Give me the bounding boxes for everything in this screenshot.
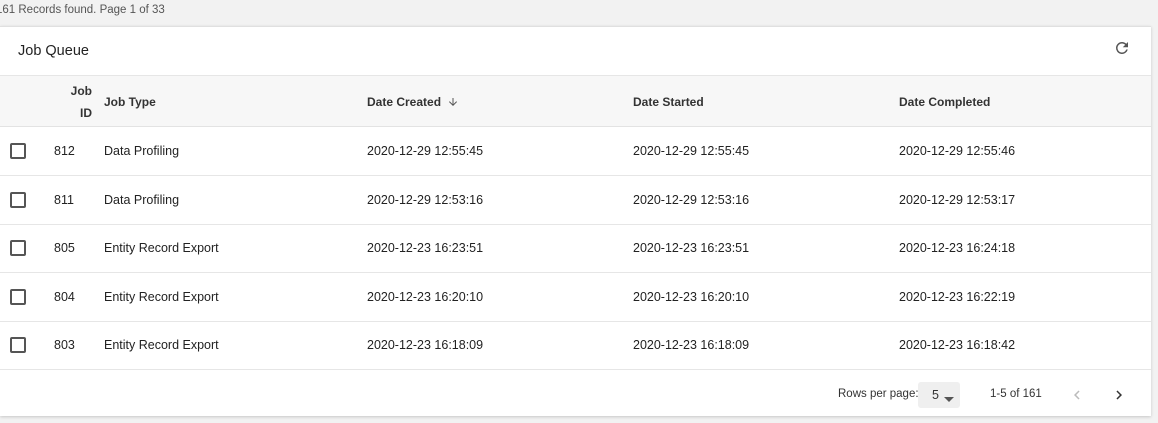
- column-header-date-created[interactable]: Date Created: [367, 76, 459, 127]
- row-checkbox-cell: [10, 224, 28, 272]
- refresh-button[interactable]: [1111, 37, 1133, 59]
- cell-date-created: 2020-12-29 12:55:45: [367, 144, 484, 158]
- cell-date-completed: 2020-12-29 12:53:17: [899, 193, 1016, 207]
- cell-date-created: 2020-12-23 16:18:09: [367, 338, 484, 352]
- pagination-footer: Rows per page: 5 1-5 of 161: [0, 370, 1151, 417]
- cell-date-started: 2020-12-23 16:23:51: [633, 241, 750, 255]
- card-title: Job Queue: [18, 43, 89, 59]
- cell-job-id: 811: [54, 193, 74, 207]
- row-checkbox[interactable]: [10, 192, 26, 208]
- arrow-down-icon: [447, 96, 459, 108]
- chevron-right-icon: [1116, 390, 1122, 400]
- row-checkbox-cell: [10, 127, 28, 175]
- cell-date-started: 2020-12-29 12:55:45: [633, 144, 750, 158]
- previous-page-button[interactable]: [1065, 383, 1089, 407]
- refresh-icon: [1115, 41, 1128, 54]
- cell-date-completed: 2020-12-23 16:18:42: [899, 338, 1016, 352]
- cell-job-id: 803: [54, 338, 75, 352]
- card-header: Job Queue: [0, 27, 1151, 76]
- column-header-date-created-label: Date Created: [367, 94, 442, 109]
- chevron-left-icon: [1074, 390, 1080, 400]
- rows-per-page-select[interactable]: 5: [918, 382, 960, 408]
- row-checkbox-cell: [10, 273, 28, 321]
- job-queue-card: Job Queue Job ID Job Type Date Created D…: [0, 26, 1151, 416]
- column-header-job-id[interactable]: Job ID: [62, 76, 92, 127]
- rows-per-page-value: 5: [932, 388, 939, 402]
- caret-down-icon: [944, 392, 954, 406]
- table-row[interactable]: 804 Entity Record Export 2020-12-23 16:2…: [0, 273, 1151, 322]
- cell-job-type: Entity Record Export: [104, 338, 219, 352]
- column-header-job-type[interactable]: Job Type: [104, 76, 156, 127]
- row-checkbox[interactable]: [10, 240, 26, 256]
- cell-date-created: 2020-12-23 16:23:51: [367, 241, 484, 255]
- row-checkbox[interactable]: [10, 143, 26, 159]
- cell-date-started: 2020-12-23 16:18:09: [633, 338, 750, 352]
- table-row[interactable]: 812 Data Profiling 2020-12-29 12:55:45 2…: [0, 127, 1151, 176]
- table-row[interactable]: 805 Entity Record Export 2020-12-23 16:2…: [0, 224, 1151, 273]
- table-row[interactable]: 803 Entity Record Export 2020-12-23 16:1…: [0, 321, 1151, 370]
- cell-job-type: Data Profiling: [104, 193, 180, 207]
- row-checkbox-cell: [10, 321, 28, 369]
- cell-date-created: 2020-12-29 12:53:16: [367, 193, 484, 207]
- cell-job-type: Entity Record Export: [104, 241, 219, 255]
- cell-job-id: 812: [54, 144, 75, 158]
- column-header-date-started[interactable]: Date Started: [633, 76, 704, 127]
- table-row[interactable]: 811 Data Profiling 2020-12-29 12:53:16 2…: [0, 176, 1151, 225]
- cell-date-started: 2020-12-29 12:53:16: [633, 193, 750, 207]
- cell-date-completed: 2020-12-23 16:24:18: [899, 241, 1016, 255]
- column-header-date-completed[interactable]: Date Completed: [899, 76, 990, 127]
- rows-per-page-label: Rows per page:: [838, 388, 919, 400]
- row-checkbox-cell: [10, 176, 28, 224]
- cell-job-type: Entity Record Export: [104, 290, 219, 304]
- cell-date-created: 2020-12-23 16:20:10: [367, 290, 484, 304]
- table-header: Job ID Job Type Date Created Date Starte…: [0, 76, 1151, 127]
- cell-date-started: 2020-12-23 16:20:10: [633, 290, 750, 304]
- records-info: 161 Records found. Page 1 of 33: [0, 4, 165, 16]
- next-page-button[interactable]: [1107, 383, 1131, 407]
- cell-job-id: 805: [54, 241, 75, 255]
- cell-date-completed: 2020-12-23 16:22:19: [899, 290, 1016, 304]
- row-checkbox[interactable]: [10, 337, 26, 353]
- row-checkbox[interactable]: [10, 289, 26, 305]
- cell-date-completed: 2020-12-29 12:55:46: [899, 144, 1016, 158]
- pagination-range: 1-5 of 161: [990, 388, 1042, 400]
- cell-job-type: Data Profiling: [104, 144, 180, 158]
- cell-job-id: 804: [54, 290, 75, 304]
